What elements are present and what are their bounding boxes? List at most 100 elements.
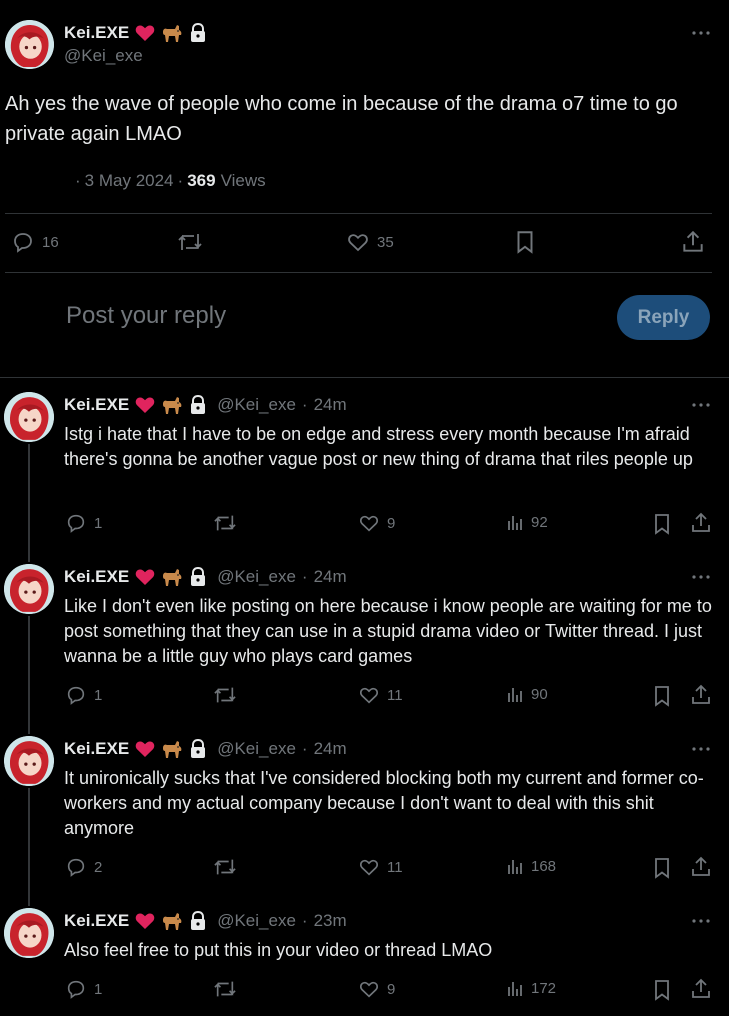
bookmark-icon [650,684,674,708]
share-action[interactable] [689,511,713,535]
post-time[interactable]: 24m [314,739,347,759]
author-name[interactable]: Kei.EXE [64,739,129,759]
repost-icon [212,856,238,878]
bookmark-action[interactable] [650,512,674,536]
post-text: Ah yes the wave of people who come in be… [5,93,678,145]
reply-action[interactable]: 1 [64,684,102,706]
repost-action[interactable] [176,230,204,254]
share-action[interactable] [689,855,713,879]
author-row: Kei.EXE @Kei_exe · 24m [64,393,347,417]
meta-separator: · [301,739,308,758]
author-name[interactable]: Kei.EXE [64,23,129,43]
author-name[interactable]: Kei.EXE [64,567,129,587]
dog-icon [161,739,183,759]
author-handle[interactable]: @Kei_exe [217,911,296,931]
share-action[interactable] [689,683,713,707]
reply-icon [64,684,88,706]
author-row: Kei.EXE @Kei_exe · 24m [64,737,347,761]
like-icon [345,230,371,254]
reply-icon [64,512,88,534]
lock-icon [189,567,207,587]
lock-icon [189,739,207,759]
reply-action[interactable]: 16 [10,230,59,254]
lock-icon [189,395,207,415]
author-handle[interactable]: @Kei_exe [217,395,296,415]
like-icon [357,978,381,1000]
author-handle[interactable]: @Kei_exe [64,46,143,66]
reply-text: Like I don't even like posting on here b… [64,596,712,666]
like-action[interactable]: 9 [357,978,395,1000]
dog-icon [161,23,183,43]
more-icon[interactable] [687,395,715,415]
views-icon [507,684,525,704]
lock-icon [189,23,207,43]
reply-count: 2 [94,858,103,876]
reply-text: It unironically sucks that I've consider… [64,768,704,838]
like-action[interactable]: 11 [357,856,403,878]
post-time[interactable]: 24m [314,567,347,587]
reply-count: 1 [94,686,103,704]
post-time[interactable]: 23m [314,911,347,931]
bookmark-icon [512,229,538,255]
bookmark-action[interactable] [650,978,674,1002]
like-count: 11 [387,858,403,876]
share-icon [689,511,713,535]
author-handle[interactable]: @Kei_exe [217,567,296,587]
reply-action[interactable]: 2 [64,856,102,878]
like-count: 9 [387,980,396,998]
views-action[interactable]: 90 [507,684,548,704]
more-icon[interactable] [687,23,715,43]
repost-icon [212,978,238,1000]
avatar[interactable] [4,908,54,958]
thread-connector [28,616,30,734]
dog-icon [161,567,183,587]
author-name[interactable]: Kei.EXE [64,911,129,931]
views-icon [507,856,525,876]
bookmark-action[interactable] [650,856,674,880]
meta-separator: · [301,911,308,930]
author-handle[interactable]: @Kei_exe [217,739,296,759]
reply-button[interactable]: Reply [617,295,710,340]
reply-text: Istg i hate that I have to be on edge an… [64,424,693,469]
reply-input[interactable]: Post your reply [66,302,226,330]
like-action[interactable]: 9 [357,512,395,534]
meta-separator: · [177,171,184,190]
views-icon [507,512,525,532]
lock-icon [189,911,207,931]
repost-action[interactable] [212,856,238,878]
bookmark-icon [650,856,674,880]
views-action[interactable]: 168 [507,856,556,876]
avatar[interactable] [4,564,54,614]
repost-action[interactable] [212,512,238,534]
share-action[interactable] [689,977,713,1001]
more-icon[interactable] [687,739,715,759]
reply-count: 16 [42,233,59,251]
bookmark-action[interactable] [512,229,538,255]
share-action[interactable] [680,229,706,255]
share-icon [680,229,706,255]
author-name[interactable]: Kei.EXE [64,395,129,415]
like-action[interactable]: 11 [357,684,403,706]
repost-action[interactable] [212,684,238,706]
reply-action[interactable]: 1 [64,512,102,534]
dog-icon [161,395,183,415]
bookmark-action[interactable] [650,684,674,708]
views-label: Views [220,171,266,190]
views-action[interactable]: 92 [507,512,548,532]
repost-action[interactable] [212,978,238,1000]
avatar[interactable] [4,736,54,786]
like-icon [357,512,381,534]
views-action[interactable]: 172 [507,978,556,998]
avatar[interactable] [5,20,54,69]
share-icon [689,855,713,879]
views-count: 92 [531,513,548,531]
like-action[interactable]: 35 [345,230,394,254]
post-date[interactable]: 3 May 2024 [85,171,174,191]
reply-icon [64,856,88,878]
post-time[interactable]: 24m [314,395,347,415]
divider [5,272,712,273]
reply-action[interactable]: 1 [64,978,102,1000]
more-icon[interactable] [687,911,715,931]
avatar[interactable] [4,392,54,442]
more-icon[interactable] [687,567,715,587]
